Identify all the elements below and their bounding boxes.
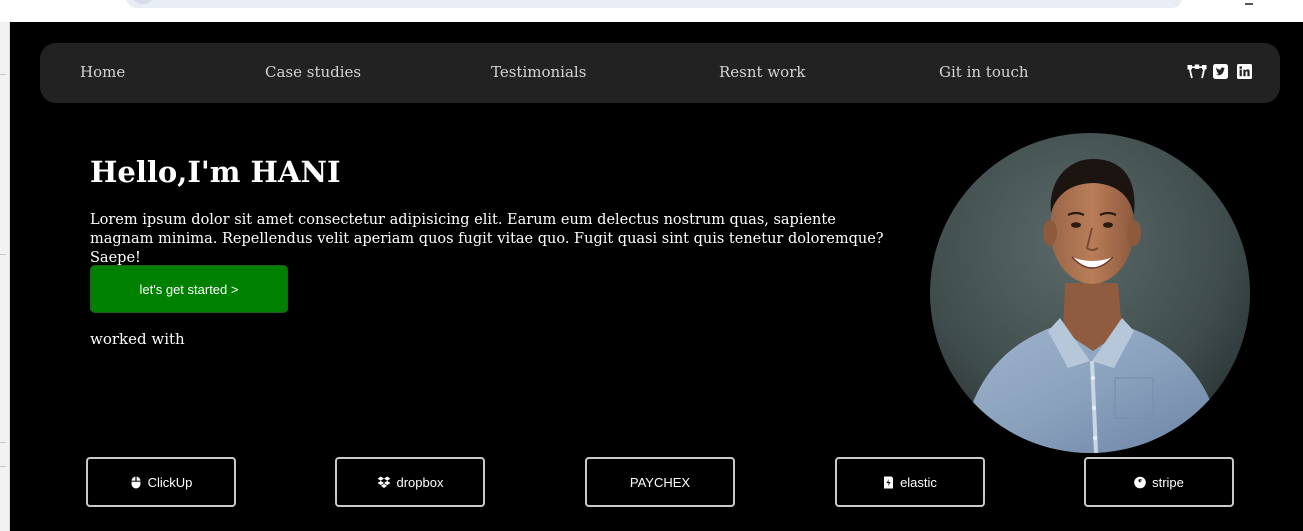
- brand-elastic[interactable]: elastic: [835, 457, 985, 507]
- hero-description: Lorem ipsum dolor sit amet consectetur a…: [90, 212, 884, 266]
- navbar: Home Case studies Testimonials Resnt wor…: [40, 43, 1280, 103]
- get-started-button[interactable]: let's get started >: [90, 265, 288, 313]
- brand-label: stripe: [1152, 474, 1184, 490]
- brand-stripe[interactable]: stripe: [1084, 457, 1234, 507]
- brand-paychex[interactable]: PAYCHEX: [585, 457, 735, 507]
- brand-label: elastic: [900, 474, 937, 490]
- stripe-icon: [1134, 476, 1146, 489]
- bezier-curve-icon[interactable]: [1187, 64, 1207, 79]
- nav-link-testimonials[interactable]: Testimonials: [491, 63, 586, 81]
- brand-label: ClickUp: [147, 474, 193, 490]
- mouse-icon: [130, 476, 142, 489]
- linkedin-icon[interactable]: [1237, 64, 1252, 79]
- portfolio-page: Home Case studies Testimonials Resnt wor…: [10, 22, 1303, 531]
- twitter-square-icon[interactable]: [1213, 64, 1228, 79]
- dropbox-icon: [377, 476, 391, 489]
- frame-tick: [0, 466, 6, 467]
- nav-link-home[interactable]: Home: [80, 63, 125, 81]
- elastic-icon: [883, 476, 894, 489]
- browser-menu-icon[interactable]: [1245, 0, 1253, 5]
- hero-title: Hello,I'm HANI: [90, 155, 341, 189]
- nav-link-recent-work[interactable]: Resnt work: [719, 63, 805, 81]
- brand-label: dropbox: [396, 474, 444, 490]
- brand-label: PAYCHEX: [629, 474, 691, 490]
- brand-dropbox[interactable]: dropbox: [335, 457, 485, 507]
- nav-link-case-studies[interactable]: Case studies: [265, 63, 361, 81]
- frame-tick: [0, 442, 6, 443]
- browser-top-strip: [0, 0, 1303, 22]
- brand-clickup[interactable]: ClickUp: [86, 457, 236, 507]
- worked-with-label: worked with: [90, 330, 185, 348]
- nav-link-get-in-touch[interactable]: Git in touch: [939, 63, 1029, 81]
- browser-address-bar[interactable]: [126, 0, 1182, 8]
- frame-tick: [0, 254, 6, 255]
- devtools-side-frame: [0, 22, 10, 531]
- profile-photo: [930, 133, 1250, 453]
- frame-tick: [0, 74, 6, 75]
